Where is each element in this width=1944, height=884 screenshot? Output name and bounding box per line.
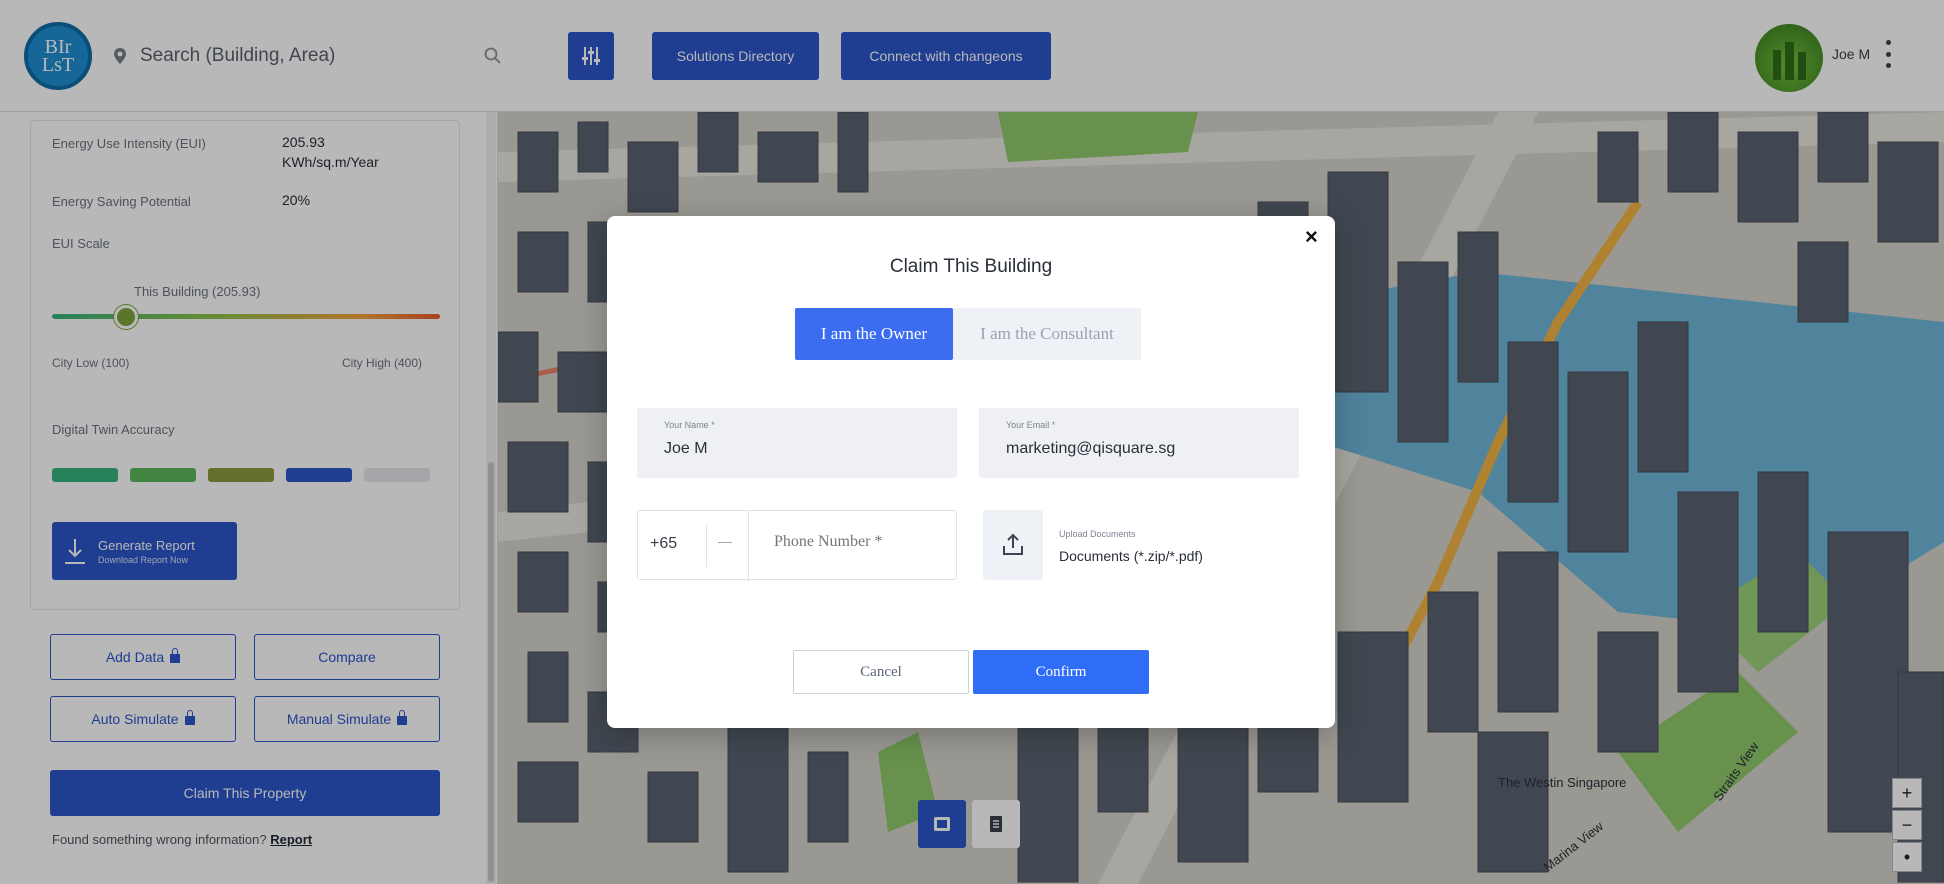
- upload-button[interactable]: [983, 510, 1043, 580]
- divider: [748, 511, 749, 581]
- name-field-label: Your Name *: [664, 420, 715, 430]
- email-field[interactable]: Your Email *: [979, 408, 1299, 478]
- country-code[interactable]: +65: [650, 535, 677, 553]
- upload-icon: [1003, 533, 1023, 555]
- phone-input[interactable]: [774, 533, 944, 551]
- close-icon[interactable]: ×: [1305, 224, 1318, 250]
- cancel-button[interactable]: Cancel: [793, 650, 969, 694]
- tab-consultant[interactable]: I am the Consultant: [953, 308, 1141, 360]
- confirm-button[interactable]: Confirm: [973, 650, 1149, 694]
- email-input[interactable]: [1006, 440, 1266, 458]
- country-dropdown-icon[interactable]: —: [718, 533, 732, 549]
- divider: [706, 525, 707, 567]
- phone-field[interactable]: +65 —: [637, 510, 957, 581]
- modal-title: Claim This Building: [889, 256, 1053, 277]
- name-field[interactable]: Your Name *: [637, 408, 957, 478]
- email-field-label: Your Email *: [1006, 420, 1056, 430]
- claim-building-modal: × Claim This Building I am the Owner I a…: [607, 216, 1335, 728]
- name-input[interactable]: [664, 440, 924, 458]
- upload-hint: Documents (*.zip/*.pdf): [1059, 548, 1203, 564]
- tab-owner[interactable]: I am the Owner: [795, 308, 953, 360]
- upload-label: Upload Documents: [1059, 529, 1136, 539]
